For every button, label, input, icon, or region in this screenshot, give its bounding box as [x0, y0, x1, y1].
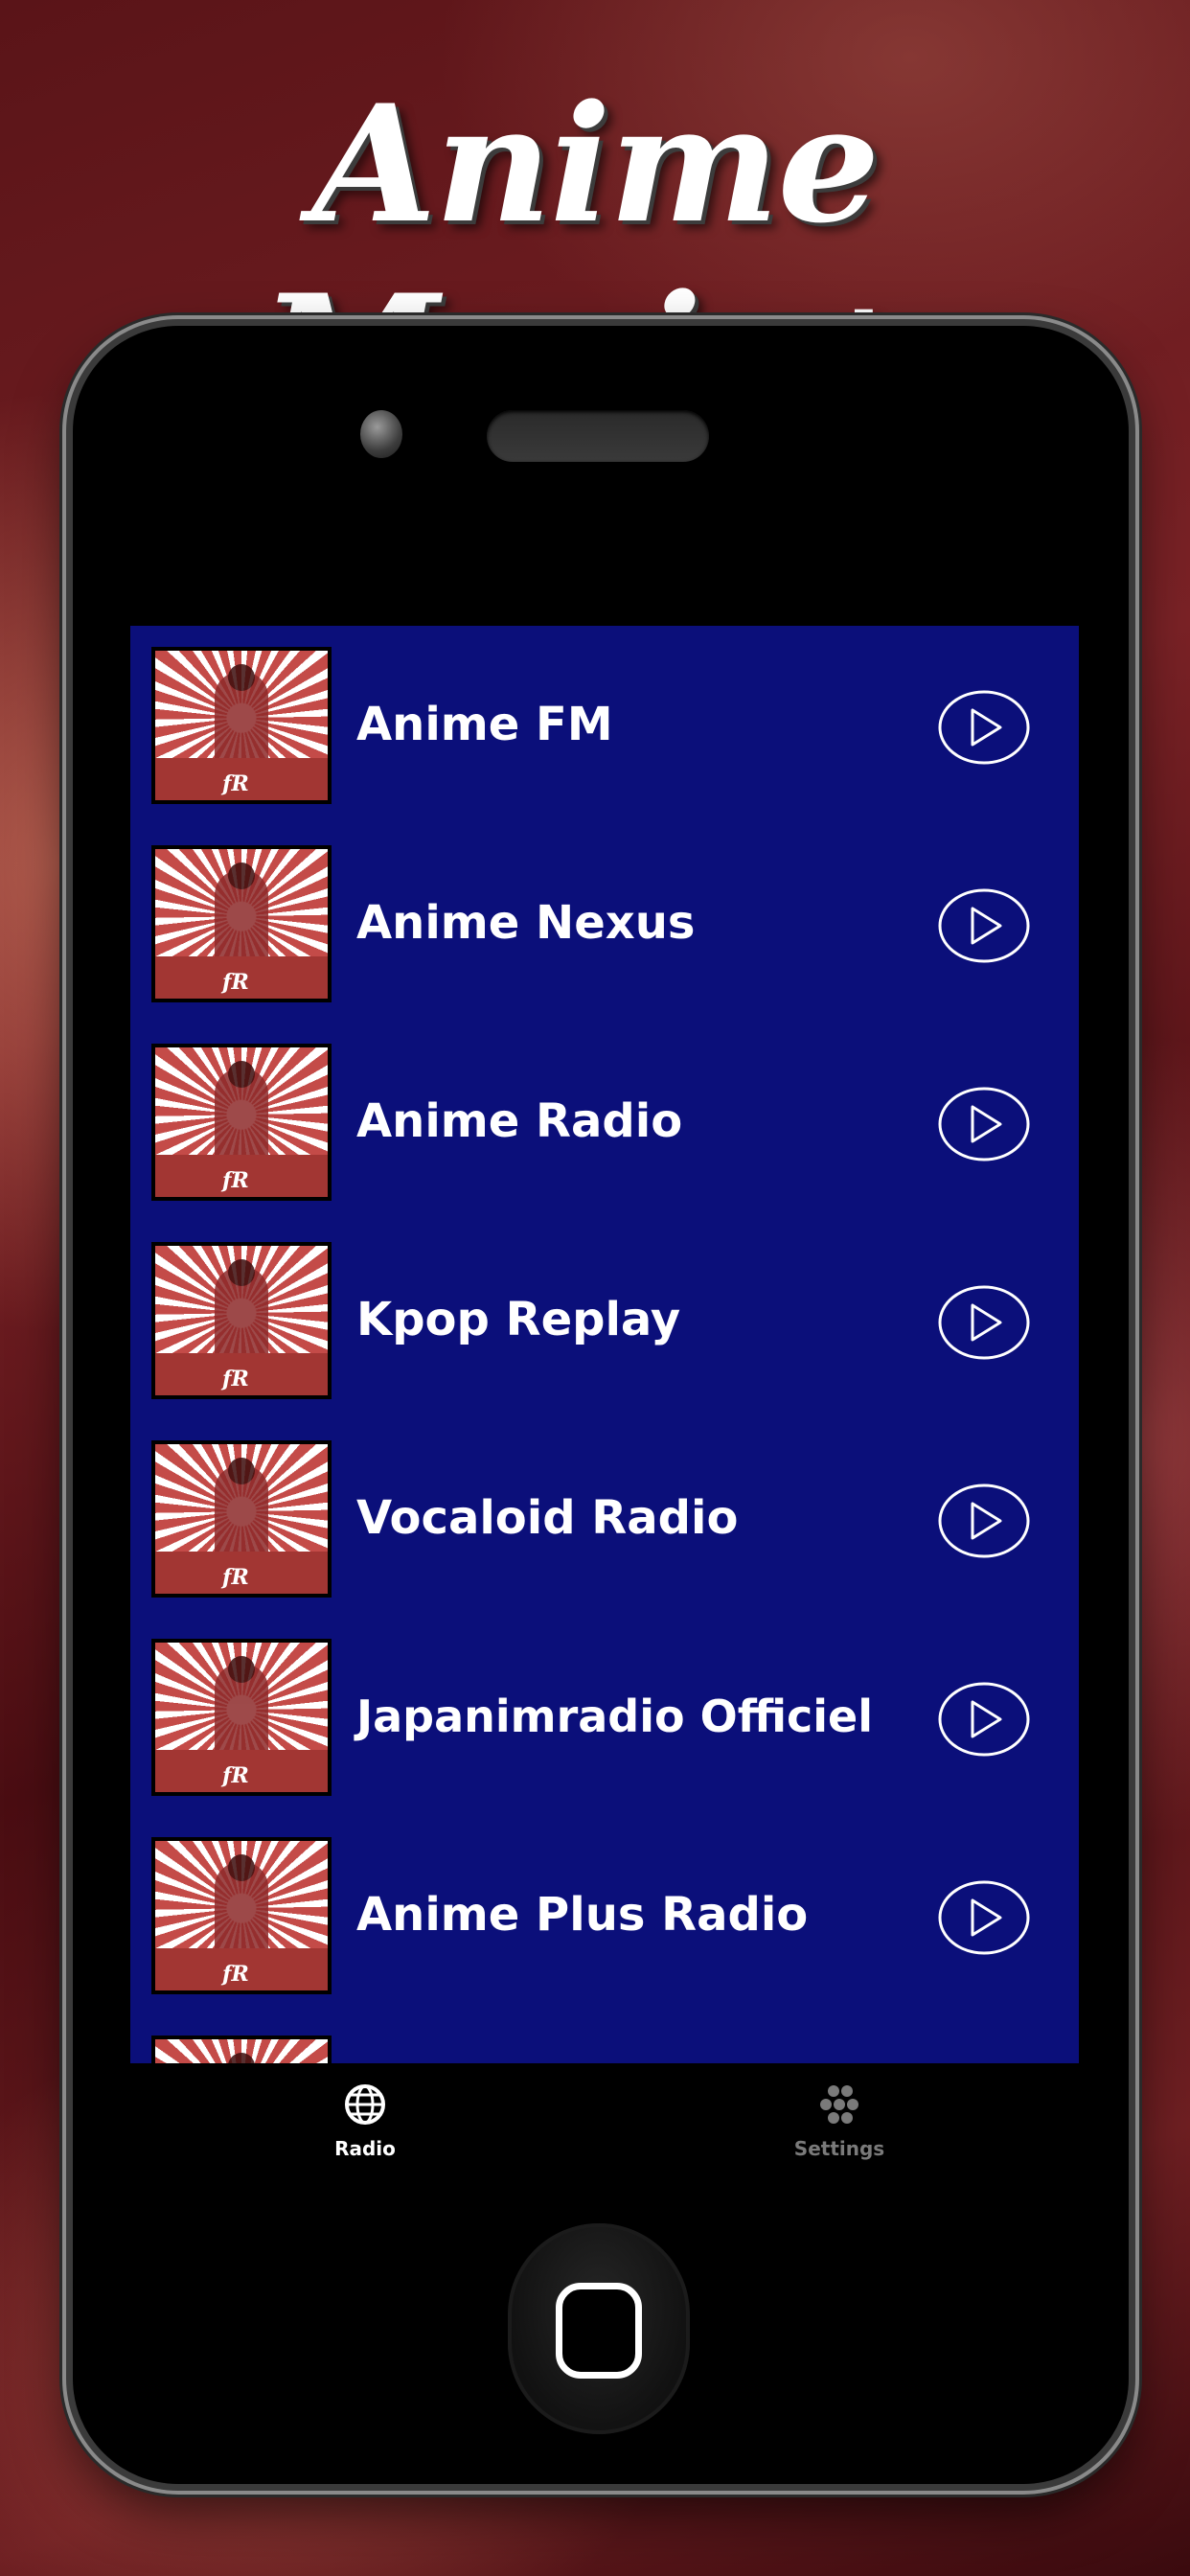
station-thumbnail: fR: [151, 1440, 332, 1598]
station-row-japanimradio-officiel[interactable]: fR Japanimradio Officiel: [130, 1618, 1079, 1816]
settings-dots-icon: [820, 2085, 858, 2124]
play-icon[interactable]: [937, 1681, 1031, 1758]
thumbnail-mark: fR: [222, 1168, 249, 1193]
phone-frame: fR Anime FM fR Anime Nexus fR Anime Radi…: [73, 326, 1129, 2484]
tab-settings-label: Settings: [793, 2137, 885, 2160]
station-title: Vocaloid Radio: [356, 1491, 739, 1545]
station-thumbnail: [151, 2036, 332, 2063]
home-button[interactable]: [508, 2223, 690, 2434]
station-title: Japanimradio Officiel: [356, 1690, 874, 1742]
tab-radio[interactable]: Radio: [269, 2082, 461, 2160]
station-list[interactable]: fR Anime FM fR Anime Nexus fR Anime Radi…: [130, 626, 1079, 2063]
station-row-anime-plus-radio[interactable]: fR Anime Plus Radio: [130, 1816, 1079, 2014]
play-icon[interactable]: [937, 1879, 1031, 1956]
play-icon[interactable]: [937, 1483, 1031, 1559]
station-row-anime-fm[interactable]: fR Anime FM: [130, 626, 1079, 824]
tab-settings[interactable]: Settings: [744, 2082, 935, 2160]
play-icon[interactable]: [937, 1284, 1031, 1361]
station-thumbnail: fR: [151, 1837, 332, 1994]
station-row-vocaloid-radio[interactable]: fR Vocaloid Radio: [130, 1419, 1079, 1618]
station-title: Anime Radio: [356, 1094, 683, 1148]
play-icon[interactable]: [937, 689, 1031, 766]
thumbnail-mark: fR: [222, 1962, 249, 1987]
station-title: Anime Plus Radio: [356, 1888, 809, 1942]
front-camera: [360, 410, 402, 458]
play-icon[interactable]: [937, 887, 1031, 964]
tab-radio-label: Radio: [334, 2137, 396, 2160]
thumbnail-mark: fR: [222, 1367, 249, 1392]
station-thumbnail: fR: [151, 1639, 332, 1796]
station-title: Anime FM: [356, 698, 613, 751]
station-thumbnail: fR: [151, 1044, 332, 1201]
thumbnail-mark: fR: [222, 970, 249, 995]
play-icon[interactable]: [937, 1086, 1031, 1162]
station-title: Kpop Replay: [356, 1293, 681, 1346]
thumbnail-mark: fR: [222, 1565, 249, 1590]
station-row-partial[interactable]: [130, 2014, 1079, 2063]
home-square-icon: [556, 2283, 642, 2379]
station-row-anime-nexus[interactable]: fR Anime Nexus: [130, 824, 1079, 1023]
station-thumbnail: fR: [151, 1242, 332, 1399]
earpiece-speaker: [487, 410, 709, 462]
station-row-anime-radio[interactable]: fR Anime Radio: [130, 1023, 1079, 1221]
globe-icon: [345, 2084, 385, 2125]
station-row-kpop-replay[interactable]: fR Kpop Replay: [130, 1221, 1079, 1419]
thumbnail-mark: fR: [222, 771, 249, 796]
station-title: Anime Nexus: [356, 896, 696, 950]
thumbnail-mark: fR: [222, 1763, 249, 1788]
station-thumbnail: fR: [151, 845, 332, 1002]
tab-bar: Radio Settings: [130, 2063, 1079, 2197]
station-thumbnail: fR: [151, 647, 332, 804]
app-screen: fR Anime FM fR Anime Nexus fR Anime Radi…: [130, 626, 1079, 2197]
